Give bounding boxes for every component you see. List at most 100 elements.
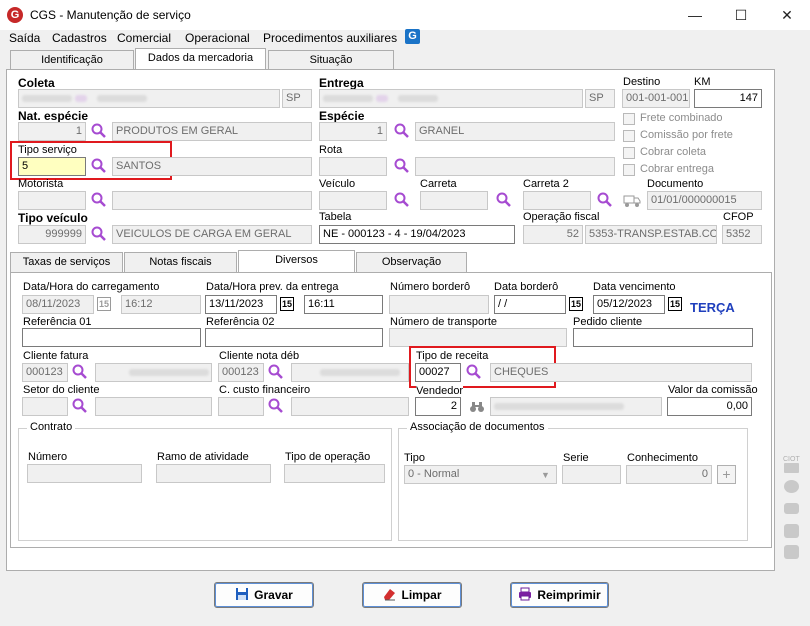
carreta2-search-icon[interactable]	[596, 191, 614, 209]
map-icon[interactable]	[784, 524, 799, 538]
tipo-veiculo-search-icon[interactable]	[90, 225, 108, 243]
gravar-button[interactable]: Gravar	[214, 582, 314, 608]
custo-financeiro-search-icon[interactable]	[267, 397, 285, 415]
contrato-numero-field[interactable]	[27, 464, 142, 483]
rota-code[interactable]	[319, 157, 387, 176]
carreta-search-icon[interactable]	[495, 191, 513, 209]
cfop-field[interactable]: 5352	[722, 225, 762, 244]
assoc-conhecimento-field[interactable]: 0	[626, 465, 712, 484]
reimprimir-button[interactable]: Reimprimir	[510, 582, 609, 608]
rota-search-icon[interactable]	[393, 157, 411, 175]
hand-icon[interactable]	[784, 503, 799, 514]
cobrar-entrega-checkbox[interactable]	[623, 164, 635, 176]
tab-taxas-servicos[interactable]: Taxas de serviços	[10, 252, 123, 272]
custo-financeiro-code[interactable]	[218, 397, 264, 416]
menu-saida[interactable]: Saída	[9, 31, 40, 45]
destino-field[interactable]: 001-001-001	[622, 89, 690, 108]
especie-code[interactable]: 1	[319, 122, 387, 141]
tab-observacao[interactable]: Observação	[356, 252, 467, 272]
tab-identificacao[interactable]: Identificação	[10, 50, 134, 70]
circle-icon[interactable]	[784, 480, 799, 493]
tabela-field[interactable]: NE - 000123 - 4 - 19/04/2023	[319, 225, 515, 244]
cobrar-coleta-checkbox[interactable]	[623, 147, 635, 159]
especie-label: Espécie	[319, 109, 365, 123]
carreta-field[interactable]	[420, 191, 488, 210]
tipo-receita-search-icon[interactable]	[465, 363, 483, 381]
coleta-label: Coleta	[18, 76, 55, 90]
carreta2-field[interactable]	[523, 191, 591, 210]
frete-combinado-checkbox[interactable]	[623, 113, 635, 125]
cliente-nota-deb-code[interactable]: 000123	[218, 363, 264, 382]
minimize-button[interactable]: —	[672, 0, 718, 30]
vendedor-code[interactable]: 2	[415, 397, 461, 416]
especie-desc: GRANEL	[415, 122, 615, 141]
data-prev-entrega-date[interactable]: 13/11/2023	[205, 295, 277, 314]
coleta-field[interactable]	[18, 89, 280, 108]
tipo-veiculo-code[interactable]: 999999	[18, 225, 86, 244]
binoculars-icon[interactable]	[469, 400, 485, 414]
data-bordero-calendar-icon[interactable]: 15	[569, 297, 583, 311]
tipo-servico-code[interactable]: 5	[18, 157, 86, 176]
numero-bordero-field[interactable]	[389, 295, 489, 314]
tipo-operacao-field[interactable]	[284, 464, 385, 483]
cobrar-entrega-label: Cobrar entrega	[640, 163, 714, 175]
veiculo-search-icon[interactable]	[393, 191, 411, 209]
tipo-receita-code[interactable]: 00027	[415, 363, 461, 382]
tipo-servico-search-icon[interactable]	[90, 157, 108, 175]
setor-cliente-code[interactable]	[22, 397, 68, 416]
cliente-nota-deb-search-icon[interactable]	[267, 363, 285, 381]
help-g-icon[interactable]: G	[405, 29, 420, 44]
numero-transporte-field[interactable]	[389, 328, 567, 347]
menu-procedimentos-auxiliares[interactable]: Procedimentos auxiliares	[263, 31, 397, 45]
referencia02-field[interactable]	[205, 328, 383, 347]
data-vencimento-label: Data vencimento	[593, 281, 676, 293]
hora-prev-entrega[interactable]: 16:11	[304, 295, 383, 314]
vencimento-weekday: TERÇA	[690, 300, 735, 315]
km-field[interactable]: 147	[694, 89, 762, 108]
add-icon[interactable]: +	[717, 465, 736, 484]
data-vencimento-calendar-icon[interactable]: 15	[668, 297, 682, 311]
data-carregamento-date[interactable]: 08/11/2023	[22, 295, 94, 314]
close-button[interactable]: ✕	[764, 0, 810, 30]
comissao-frete-checkbox[interactable]	[623, 130, 635, 142]
numero-bordero-label: Número borderô	[390, 281, 471, 293]
data-vencimento-date[interactable]: 05/12/2023	[593, 295, 665, 314]
ciot-icon[interactable]	[784, 463, 799, 473]
cliente-fatura-search-icon[interactable]	[71, 363, 89, 381]
vendedor-label: Vendedor	[416, 385, 464, 397]
nat-especie-code[interactable]: 1	[18, 122, 86, 141]
assoc-tipo-select[interactable]: 0 - Normal	[404, 465, 557, 484]
limpar-button[interactable]: Limpar	[362, 582, 462, 608]
edit-icon[interactable]	[784, 545, 799, 559]
data-bordero-date[interactable]: / /	[494, 295, 566, 314]
entrega-field[interactable]	[319, 89, 583, 108]
setor-cliente-search-icon[interactable]	[71, 397, 89, 415]
ramo-atividade-field[interactable]	[156, 464, 271, 483]
menu-cadastros[interactable]: Cadastros	[52, 31, 107, 45]
nat-especie-search-icon[interactable]	[90, 122, 108, 140]
tab-notas-fiscais[interactable]: Notas fiscais	[124, 252, 237, 272]
cliente-fatura-code[interactable]: 000123	[22, 363, 68, 382]
motorista-code[interactable]	[18, 191, 86, 210]
motorista-search-icon[interactable]	[90, 191, 108, 209]
frete-combinado-label: Frete combinado	[640, 112, 723, 124]
maximize-button[interactable]: ☐	[718, 0, 764, 30]
data-carregamento-calendar-icon[interactable]: 15	[97, 297, 111, 311]
truck-icon[interactable]	[623, 192, 641, 208]
data-prev-entrega-calendar-icon[interactable]: 15	[280, 297, 294, 311]
veiculo-field[interactable]	[319, 191, 387, 210]
especie-search-icon[interactable]	[393, 122, 411, 140]
tab-situacao[interactable]: Situação	[268, 50, 394, 70]
documento-field[interactable]: 01/01/000000015	[647, 191, 762, 210]
menu-operacional[interactable]: Operacional	[185, 31, 250, 45]
assoc-serie-field[interactable]	[562, 465, 621, 484]
referencia01-field[interactable]	[22, 328, 201, 347]
valor-comissao-field[interactable]: 0,00	[667, 397, 752, 416]
tab-diversos[interactable]: Diversos	[238, 250, 355, 272]
menu-comercial[interactable]: Comercial	[117, 31, 171, 45]
hora-carregamento[interactable]: 16:12	[121, 295, 201, 314]
tab-dados-mercadoria[interactable]: Dados da mercadoria	[135, 48, 266, 70]
operacao-fiscal-code[interactable]: 52	[523, 225, 583, 244]
pedido-cliente-field[interactable]	[573, 328, 753, 347]
eraser-icon	[382, 585, 396, 601]
